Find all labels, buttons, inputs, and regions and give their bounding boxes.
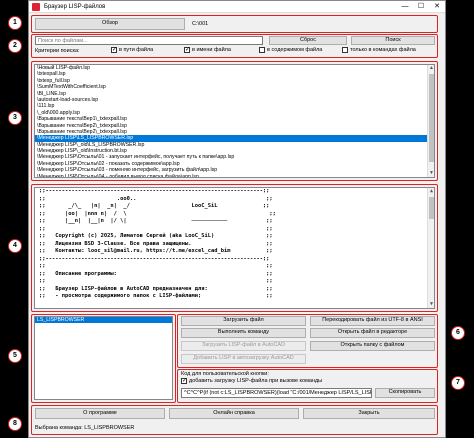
badge-4: 4: [8, 239, 22, 253]
about-button[interactable]: О программе: [35, 408, 165, 419]
search-button[interactable]: Поиск: [351, 36, 435, 45]
close-window-button[interactable]: ✕: [429, 1, 445, 13]
code-line: ;; ;;: [39, 263, 273, 269]
code-line: ;; Описание программы: ;;: [39, 270, 273, 277]
opt-name-label: в имени файла: [192, 47, 231, 53]
badge-8: 8: [8, 417, 22, 431]
user-button-caption: Код для пользовательской кнопки:: [181, 371, 269, 377]
folder-path: C:\001: [192, 21, 209, 27]
command-list-item[interactable]: LS_LISPBROWSER: [35, 317, 172, 324]
open-folder-button[interactable]: Открыть папку с файлом: [310, 341, 435, 351]
add-load-label: добавить загрузку LISP-файла при вызове …: [189, 378, 323, 384]
opt-name-checkbox[interactable]: ✓ в имени файла: [184, 47, 231, 53]
open-editor-button[interactable]: Открыть файл в редакторе: [310, 328, 435, 338]
badge-5: 5: [8, 349, 22, 363]
badge-2: 2: [8, 39, 22, 53]
opt-path-checkbox[interactable]: ✓ в пути файла: [111, 47, 153, 53]
browse-button[interactable]: Обзор: [35, 18, 185, 30]
file-list-scrollbar[interactable]: ▲ ▼: [427, 65, 434, 177]
badge-6: 6: [451, 326, 465, 340]
criteria-label: Критерии поиска:: [35, 48, 80, 54]
code-line: ;; ;;: [39, 278, 273, 284]
load-file-button[interactable]: Загрузить файл: [181, 316, 306, 326]
opt-command-checkbox[interactable]: только в командах файла: [342, 47, 416, 53]
badge-1: 1: [8, 16, 22, 30]
scroll-thumb[interactable]: [429, 74, 434, 162]
file-list-item[interactable]: \Менеджер LISP\Отсылы\04 - добавил вывод…: [35, 174, 434, 177]
code-line: ;; ;;: [39, 225, 273, 232]
copy-button[interactable]: Скопировать: [375, 388, 435, 398]
code-line: ;; Copyright (c) 2025, Лиматов Сергей (a…: [39, 233, 273, 239]
file-content-viewer[interactable]: ;;--------------------------------------…: [34, 187, 435, 309]
search-input[interactable]: Поиск по файлам...: [35, 36, 263, 45]
app-window: Браузер LISP-файлов — ☐ ✕ Обзор C:\001 П…: [28, 0, 446, 438]
code-line: ;; _/\_ |n| _n| _/ LooC_SiL ;;: [39, 203, 270, 209]
code-line: ;; |__n| |__|n |/ \| ─────────── ;;: [39, 218, 273, 224]
window-title: Браузер LISP-файлов: [44, 3, 106, 10]
status-bar-text: Выбрана команда: LS_LISPBROWSER: [35, 425, 135, 431]
title-bar: Браузер LISP-файлов — ☐ ✕: [29, 1, 445, 13]
badge-3: 3: [8, 111, 22, 125]
opt-content-label: в содержимом файла: [267, 47, 323, 53]
command-list[interactable]: LS_LISPBROWSER: [34, 316, 173, 400]
opt-content-checkbox[interactable]: в содержимом файла: [259, 47, 322, 53]
macro-code-field[interactable]: ^C^C^P(if (not c:LS_LISPBROWSER)(load "C…: [181, 388, 372, 398]
reset-button[interactable]: Сброс: [269, 36, 347, 45]
help-button[interactable]: Онлайн справка: [169, 408, 299, 419]
viewer-scroll-thumb[interactable]: [429, 197, 434, 219]
scroll-down-icon[interactable]: ▼: [428, 170, 434, 177]
code-line: ;;--------------------------------------…: [39, 255, 270, 262]
code-line: ;; Браузер LISP-файлов в AutoCAD предназ…: [39, 285, 273, 292]
scroll-up-icon[interactable]: ▲: [428, 65, 434, 72]
viewer-scroll-up-icon[interactable]: ▲: [428, 188, 434, 195]
file-list[interactable]: \Новый LISP-файл.lsp \txtexpall.lsp \txtex…: [34, 64, 435, 178]
opt-command-label: только в командах файла: [350, 47, 416, 53]
run-command-button[interactable]: Выполнить команду: [181, 328, 306, 338]
code-line: ;; Контакты: looc_sil@mail.ru, https://t…: [39, 248, 273, 254]
opt-path-label: в пути файла: [119, 47, 154, 53]
app-icon: [32, 2, 40, 11]
code-line: ;;--------------------------------------…: [39, 188, 270, 194]
code-line: ;; .oo0.. ;;: [39, 195, 273, 202]
viewer-scrollbar[interactable]: ▲ ▼: [427, 188, 434, 308]
minimize-button[interactable]: —: [397, 1, 413, 13]
badge-7: 7: [451, 376, 465, 390]
code-line: ;; Лицензия BSD 3-Clause. Все права защи…: [39, 240, 273, 247]
code-line: ;; - просмотра содержимого папок с LISP-…: [39, 293, 273, 299]
code-line: ;; |oo| |nnn n| / \ ;;: [39, 210, 276, 217]
close-button[interactable]: Закрыть: [303, 408, 435, 419]
add-autoload-button[interactable]: Добавить LISP в автозагрузку AutoCAD: [181, 354, 306, 364]
maximize-button[interactable]: ☐: [413, 1, 429, 13]
viewer-scroll-down-icon[interactable]: ▼: [428, 301, 434, 308]
load-autocad-button[interactable]: Загрузить LISP-файл в AutoCAD: [181, 341, 306, 351]
recode-utf8-button[interactable]: Перекодировать файл из UTF-8 в ANSI: [310, 316, 435, 326]
add-load-checkbox[interactable]: ✓ добавить загрузку LISP-файла при вызове…: [181, 378, 322, 384]
